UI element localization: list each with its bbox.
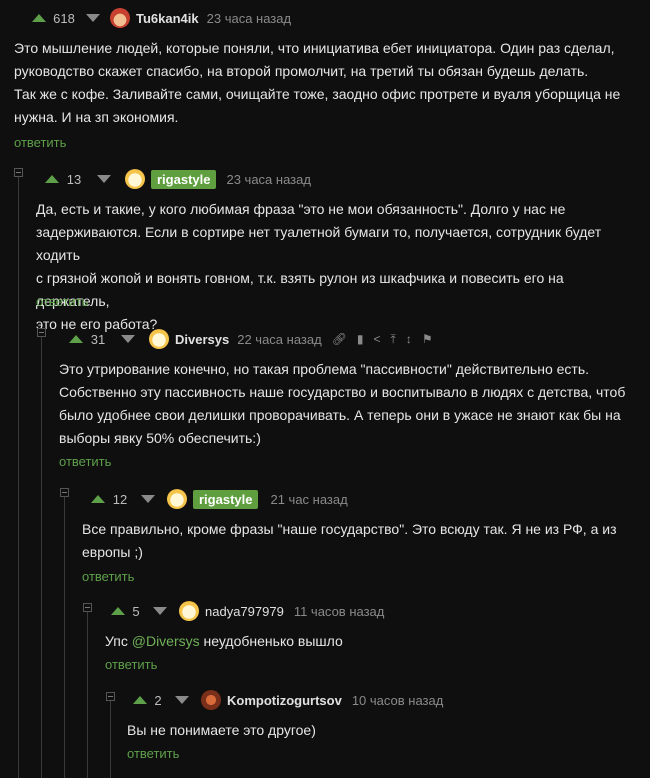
comment-author[interactable]: nadya797979	[205, 604, 284, 619]
comment-header: 618 Tu6kan4ik 23 часа назад	[14, 6, 291, 30]
comment-line: Собственно эту пассивность наше государс…	[59, 384, 626, 400]
downvote-arrow-icon[interactable]	[141, 495, 155, 503]
comment-author[interactable]: Tu6kan4ik	[136, 11, 199, 26]
comment-line: с грязной жопой и вонять говном, т.к. вз…	[36, 270, 564, 309]
avatar[interactable]	[167, 489, 187, 509]
downvote-arrow-icon[interactable]	[97, 175, 111, 183]
flag-icon[interactable]: ⚑	[422, 332, 433, 346]
comment-rating: 5	[132, 603, 140, 619]
comment-header: 2 Kompotizogurtsov 10 часов назад	[127, 688, 443, 712]
reply-link[interactable]: ответить	[127, 746, 179, 761]
collapse-toggle[interactable]	[106, 692, 115, 701]
thread-line[interactable]	[110, 700, 111, 778]
collapse-toggle[interactable]	[60, 488, 69, 497]
comment-body: Упс @Diversys неудобненько вышло	[105, 630, 630, 653]
upvote-arrow-icon[interactable]	[111, 607, 125, 615]
upvote-arrow-icon[interactable]	[45, 175, 59, 183]
comment-line: европы ;)	[82, 544, 143, 560]
comment-rating: 2	[154, 692, 162, 708]
comment-time[interactable]: 10 часов назад	[352, 693, 444, 708]
save-icon[interactable]: ▮	[357, 332, 364, 346]
comment: 12 rigastyle 21 час назад Все правильно,…	[82, 487, 650, 587]
comment-rating: 31	[90, 331, 106, 347]
link-icon[interactable]: 🔗︎	[332, 332, 347, 346]
comment-line: Вы не понимаете это другое)	[127, 722, 316, 738]
downvote-arrow-icon[interactable]	[175, 696, 189, 704]
comment-body: Все правильно, кроме фразы "наше государ…	[82, 518, 630, 564]
comment-header: 12 rigastyle 21 час назад	[82, 487, 348, 511]
collapse-toggle[interactable]	[14, 168, 23, 177]
thread-line[interactable]	[18, 176, 19, 778]
reply-link[interactable]: ответить	[82, 569, 134, 584]
comment: 5 nadya797979 11 часов назад Упс @Divers…	[105, 599, 650, 679]
upvote-arrow-icon[interactable]	[32, 14, 46, 22]
comment-author[interactable]: rigastyle	[151, 169, 217, 189]
avatar[interactable]	[125, 169, 145, 189]
comment-time[interactable]: 22 часа назад	[237, 332, 321, 347]
comment-rating: 618	[53, 10, 75, 26]
downvote-arrow-icon[interactable]	[86, 14, 100, 22]
comment-rating: 13	[66, 171, 82, 187]
comment-line: Да, есть и такие, у кого любимая фраза "…	[36, 201, 566, 217]
comment-line: Это мышление людей, которые поняли, что …	[14, 40, 615, 56]
comment-author[interactable]: Diversys	[175, 332, 229, 347]
comment-line: выборы явку 50% обеспечить:)	[59, 430, 261, 446]
upvote-arrow-icon[interactable]	[69, 335, 83, 343]
comment-line: задерживаются. Если в сортире нет туалет…	[36, 224, 602, 263]
branch-icon[interactable]: ↕	[406, 332, 412, 346]
upvote-arrow-icon[interactable]	[91, 495, 105, 503]
collapse-toggle[interactable]	[83, 603, 92, 612]
reply-link[interactable]: ответить	[105, 657, 157, 672]
avatar[interactable]	[110, 8, 130, 28]
comment-author[interactable]: Kompotizogurtsov	[227, 693, 342, 708]
comment-text: неудобненько вышло	[199, 633, 343, 649]
comment-line: руководство скажет спасибо, на второй пр…	[14, 63, 589, 79]
comment-time[interactable]: 23 часа назад	[226, 172, 310, 187]
comment-text: Упс	[105, 633, 132, 649]
avatar[interactable]	[201, 690, 221, 710]
avatar[interactable]	[179, 601, 199, 621]
user-mention-link[interactable]: @Diversys	[132, 633, 200, 649]
comment-line: Упс @Diversys неудобненько вышло	[105, 630, 630, 653]
comment-line: Так же с кофе. Заливайте сами, очищайте …	[14, 86, 621, 102]
comment-time[interactable]: 11 часов назад	[294, 604, 385, 619]
comment-time[interactable]: 23 часа назад	[207, 11, 291, 26]
downvote-arrow-icon[interactable]	[153, 607, 167, 615]
comment-author[interactable]: rigastyle	[193, 489, 259, 509]
comment-line: было удобнее свои делишки проворачивать.…	[59, 407, 621, 423]
collapse-toggle[interactable]	[37, 328, 46, 337]
downvote-arrow-icon[interactable]	[121, 335, 135, 343]
upvote-arrow-icon[interactable]	[133, 696, 147, 704]
reply-link[interactable]: ответить	[14, 135, 66, 150]
comment-body: Это мышление людей, которые поняли, что …	[14, 37, 630, 129]
reply-link[interactable]: ответить	[36, 294, 88, 309]
comment-body: Вы не понимаете это другое)	[127, 719, 630, 742]
comment-body: Да, есть и такие, у кого любимая фраза "…	[36, 198, 630, 336]
comment: 31 Diversys 22 часа назад 🔗︎ ▮ < ⤒ ↕ ⚑ Э…	[59, 327, 650, 477]
comment-header: 31 Diversys 22 часа назад 🔗︎ ▮ < ⤒ ↕ ⚑	[59, 327, 433, 351]
pin-icon[interactable]: ⤒	[391, 332, 396, 347]
avatar[interactable]	[149, 329, 169, 349]
comment-header: 5 nadya797979 11 часов назад	[105, 599, 384, 623]
comment-rating: 12	[112, 491, 128, 507]
share-icon[interactable]: <	[374, 332, 381, 346]
thread-line[interactable]	[87, 612, 88, 778]
comment-time[interactable]: 21 час назад	[270, 492, 347, 507]
comment-line: Это утрирование конечно, но такая пробле…	[59, 361, 590, 377]
thread-line[interactable]	[41, 337, 42, 778]
reply-link[interactable]: ответить	[59, 454, 111, 469]
comment-line: нужна. И на зп экономия.	[14, 109, 179, 125]
comment: 13 rigastyle 23 часа назад Да, есть и та…	[36, 167, 650, 332]
comment-body: Это утрирование конечно, но такая пробле…	[59, 358, 630, 450]
comment: 2 Kompotizogurtsov 10 часов назад Вы не …	[127, 688, 650, 768]
comment: 618 Tu6kan4ik 23 часа назад Это мышление…	[14, 6, 650, 156]
comment-header: 13 rigastyle 23 часа назад	[36, 167, 311, 191]
comment-line: Все правильно, кроме фразы "наше государ…	[82, 521, 617, 537]
thread-line[interactable]	[64, 497, 65, 778]
